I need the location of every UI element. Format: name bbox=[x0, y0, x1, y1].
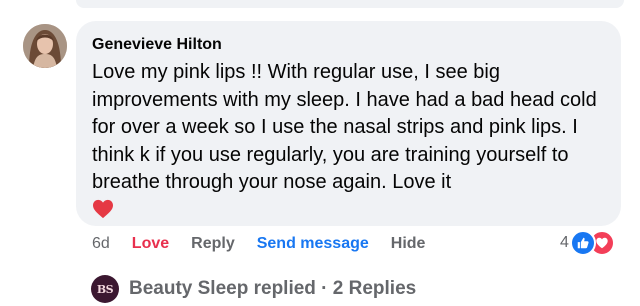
replies-summary[interactable]: BS Beauty Sleep replied · 2 Replies bbox=[91, 275, 416, 303]
comment-actions: 6d Love Reply Send message Hide bbox=[92, 233, 425, 255]
like-icon bbox=[569, 230, 596, 256]
reaction-summary[interactable]: 4 bbox=[560, 230, 615, 256]
reaction-count: 4 bbox=[560, 234, 569, 251]
red-heart-icon bbox=[92, 199, 114, 221]
replies-link[interactable]: Beauty Sleep replied · 2 Replies bbox=[129, 278, 416, 300]
comment-bubble: Genevieve Hilton Love my pink lips !! Wi… bbox=[76, 21, 621, 226]
hide-button[interactable]: Hide bbox=[391, 235, 426, 253]
previous-comment-bubble bbox=[76, 0, 624, 8]
page-avatar: BS bbox=[91, 275, 119, 303]
reply-button[interactable]: Reply bbox=[191, 235, 235, 253]
comment-timestamp[interactable]: 6d bbox=[92, 235, 110, 253]
user-photo bbox=[23, 24, 67, 68]
comment-author[interactable]: Genevieve Hilton bbox=[92, 35, 605, 55]
avatar[interactable] bbox=[23, 24, 67, 68]
love-reaction-button[interactable]: Love bbox=[132, 235, 169, 253]
comment-thread: Genevieve Hilton Love my pink lips !! Wi… bbox=[0, 0, 640, 306]
send-message-button[interactable]: Send message bbox=[257, 235, 369, 253]
comment-text: Love my pink lips !! With regular use, I… bbox=[92, 61, 597, 193]
